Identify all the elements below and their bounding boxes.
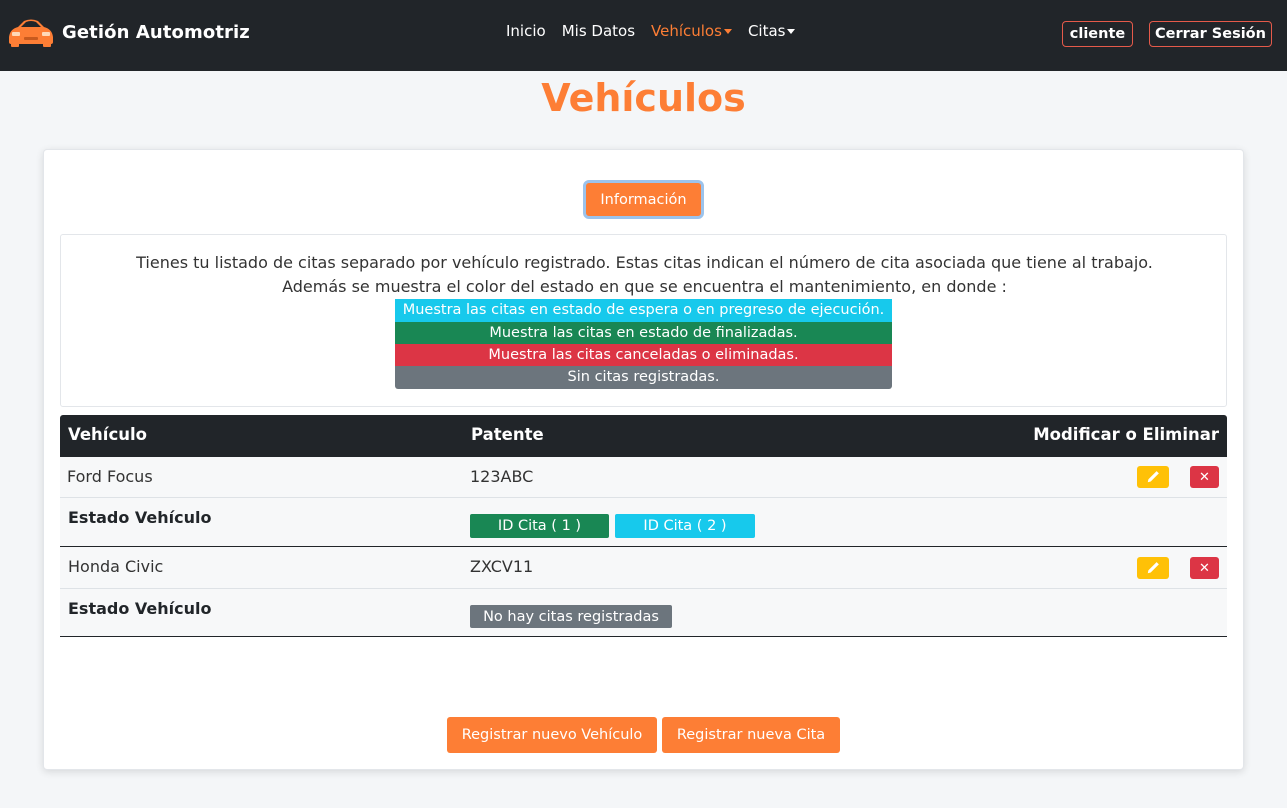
table-header: Vehículo Patente Modificar o Eliminar xyxy=(60,415,1227,457)
appointment-badge[interactable]: ID Cita ( 1 ) xyxy=(470,514,609,538)
delete-button[interactable]: ✕ xyxy=(1190,557,1219,579)
vehicle-plate: 123ABC xyxy=(470,467,534,486)
main-nav: Inicio Mis Datos Vehículos Citas xyxy=(506,22,796,40)
register-appointment-button[interactable]: Registrar nueva Cita xyxy=(662,717,840,753)
row-separator xyxy=(60,636,1227,637)
info-button[interactable]: Información xyxy=(583,180,704,219)
nav-citas-dropdown[interactable]: Citas xyxy=(748,22,796,40)
legend-cancelled: Muestra las citas canceladas o eliminada… xyxy=(395,344,892,367)
nav-vehiculos-dropdown[interactable]: Vehículos xyxy=(651,22,732,40)
close-icon: ✕ xyxy=(1199,469,1210,485)
edit-button[interactable] xyxy=(1137,557,1169,579)
pencil-icon xyxy=(1147,471,1159,483)
vehicle-name: Honda Civic xyxy=(68,557,164,576)
col-header-vehicle: Vehículo xyxy=(68,425,147,444)
appointment-badge[interactable]: ID Cita ( 2 ) xyxy=(615,514,755,538)
brand-name: Getión Automotriz xyxy=(62,21,250,43)
status-label: Estado Vehículo xyxy=(68,599,212,618)
nav-citas-label: Citas xyxy=(747,22,786,40)
caret-down-icon xyxy=(723,29,732,34)
vehicle-plate: ZXCV11 xyxy=(470,557,534,576)
close-icon: ✕ xyxy=(1199,560,1210,576)
register-vehicle-button[interactable]: Registrar nuevo Vehículo xyxy=(447,717,657,753)
info-panel: Tienes tu listado de citas separado por … xyxy=(60,234,1227,407)
legend-in-progress: Muestra las citas en estado de espera o … xyxy=(395,299,892,322)
status-label: Estado Vehículo xyxy=(68,508,212,527)
caret-down-icon xyxy=(787,29,796,34)
legend-finished: Muestra las citas en estado de finalizad… xyxy=(395,322,892,345)
page-title: Vehículos xyxy=(541,76,746,120)
navbar: Getión Automotriz Inicio Mis Datos Vehíc… xyxy=(0,0,1287,71)
logout-button[interactable]: Cerrar Sesión xyxy=(1149,21,1272,47)
edit-button[interactable] xyxy=(1137,466,1169,488)
nav-vehiculos-label: Vehículos xyxy=(651,22,722,40)
info-text-1: Tienes tu listado de citas separado por … xyxy=(136,253,1153,272)
col-header-plate: Patente xyxy=(471,425,544,444)
pencil-icon xyxy=(1147,562,1159,574)
vehicle-name: Ford Focus xyxy=(67,467,153,486)
info-text-2: Además se muestra el color del estado en… xyxy=(282,277,1007,296)
brand[interactable]: Getión Automotriz xyxy=(6,14,250,50)
delete-button[interactable]: ✕ xyxy=(1190,466,1219,488)
col-header-actions: Modificar o Eliminar xyxy=(1033,425,1219,444)
car-logo-icon xyxy=(9,19,53,47)
no-appointments-badge: No hay citas registradas xyxy=(470,605,672,628)
nav-mis-datos[interactable]: Mis Datos xyxy=(562,22,635,40)
nav-inicio[interactable]: Inicio xyxy=(506,22,546,40)
row-divider xyxy=(60,588,1227,589)
user-button[interactable]: cliente xyxy=(1062,21,1133,47)
row-divider xyxy=(60,497,1227,498)
legend-none: Sin citas registradas. xyxy=(395,366,892,389)
